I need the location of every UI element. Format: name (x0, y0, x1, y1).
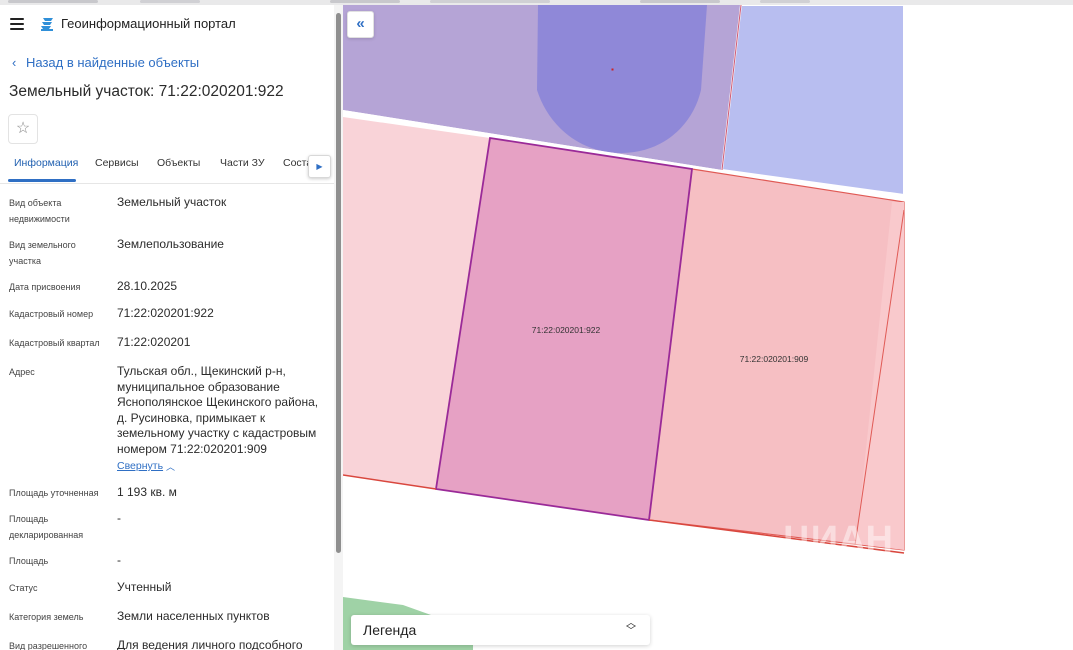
cadastral-map[interactable]: ЦИАН 71:22:020201:922 71:22:020201:909 (343, 5, 1073, 650)
label-assign-date: Дата присвоения (9, 282, 81, 292)
tab-services[interactable]: Сервисы (95, 157, 139, 169)
label-land-type: Вид земельного участка (9, 240, 76, 266)
app-header: Геоинформационный портал (0, 5, 334, 43)
tab-objects[interactable]: Объекты (157, 157, 200, 169)
back-link-label: Назад в найденные объекты (26, 55, 200, 70)
value-permitted-use: Для ведения личного подсобного (117, 638, 303, 650)
legend-label: Легенда (363, 622, 417, 638)
star-icon: ☆ (15, 120, 31, 137)
value-land-category: Земли населенных пунктов (117, 609, 270, 623)
map-view[interactable]: ЦИАН 71:22:020201:922 71:22:020201:909 «… (343, 5, 1073, 650)
dome-marker (611, 68, 614, 71)
collapse-address-link[interactable]: Свернуть (117, 460, 163, 472)
scrollbar-thumb[interactable] (336, 13, 341, 553)
value-land-type: Землепользование (117, 237, 224, 251)
value-area: - (117, 553, 121, 567)
value-object-type: Земельный участок (117, 195, 227, 209)
label-status: Статус (9, 583, 38, 593)
value-area-declared: - (117, 511, 121, 525)
active-tab-indicator (8, 179, 76, 182)
parcel-label-neighbor: 71:22:020201:909 (740, 354, 809, 364)
label-permitted-use: Вид разрешенного (9, 641, 88, 650)
app-title: Геоинформационный портал (61, 16, 236, 31)
tabs-bar: Информация Сервисы Объекты Части ЗУ Сост… (0, 153, 334, 184)
value-cadastral-number: 71:22:020201:922 (117, 306, 214, 320)
tab-parts[interactable]: Части ЗУ (220, 157, 265, 169)
legend-dropdown[interactable]: Легенда ︿ ﹀ (351, 615, 650, 645)
tab-info[interactable]: Информация (14, 157, 78, 169)
back-to-results-link[interactable]: ‹ Назад в найденные объекты (12, 55, 199, 70)
page-title: Земельный участок: 71:22:020201:922 (9, 83, 284, 100)
value-cadastral-quarter: 71:22:020201 (117, 335, 191, 349)
collapse-panel-button[interactable]: « (347, 11, 374, 38)
object-info-panel: Геоинформационный портал ‹ Назад в найден… (0, 5, 334, 650)
menu-icon[interactable] (10, 18, 24, 30)
chevron-left-icon: ‹ (12, 55, 17, 70)
chevron-up-icon[interactable]: ︿ (166, 460, 175, 473)
parcel-label-main: 71:22:020201:922 (532, 325, 601, 335)
value-status: Учтенный (117, 580, 172, 594)
value-assign-date: 28.10.2025 (117, 279, 178, 293)
watermark: ЦИАН (783, 519, 893, 561)
label-land-category: Категория земель (9, 612, 84, 622)
double-chevron-left-icon: « (356, 15, 365, 32)
value-area-specified: 1 193 кв. м (117, 485, 177, 499)
label-address: Адрес (9, 367, 35, 377)
portal-logo-icon (41, 18, 53, 31)
zone-blue (720, 5, 905, 197)
sort-updown-icon: ︿ ﹀ (626, 618, 636, 637)
label-area: Площадь (9, 556, 49, 566)
label-area-declared: Площадь декларированная (9, 514, 84, 540)
panel-scrollbar[interactable] (334, 5, 343, 650)
label-object-type: Вид объекта недвижимости (9, 198, 70, 224)
tabs-scroll-right-button[interactable]: ▶ (308, 155, 331, 178)
chevron-right-icon: ▶ (316, 162, 323, 171)
label-cadastral-quarter: Кадастровый квартал (9, 338, 100, 348)
value-address: Тульская обл., Щекинский р-н, муниципаль… (117, 364, 319, 456)
label-cadastral-number: Кадастровый номер (9, 309, 94, 319)
label-area-specified: Площадь уточненная (9, 488, 99, 498)
favorite-star-button[interactable]: ☆ (8, 114, 38, 144)
